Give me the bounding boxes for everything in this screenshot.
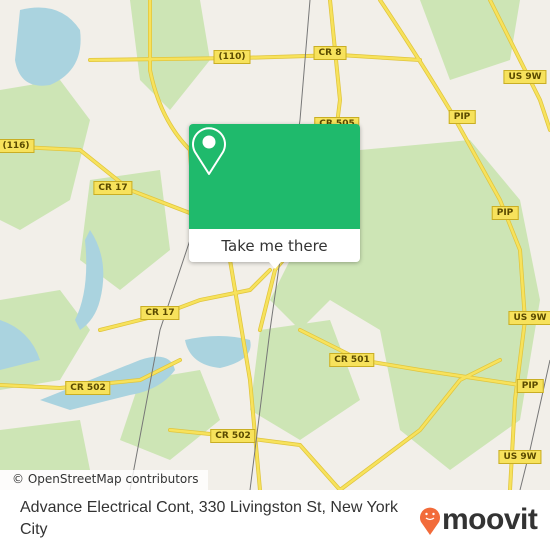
map-attribution[interactable]: © OpenStreetMap contributors xyxy=(0,470,209,490)
address-text: Advance Electrical Cont, 330 Livingston … xyxy=(20,499,398,538)
road-label: PIP xyxy=(516,379,544,393)
road-label: US 9W xyxy=(498,450,542,464)
location-popup: Take me there xyxy=(189,124,360,269)
road-label: CR 8 xyxy=(313,46,347,60)
road-label: US 9W xyxy=(508,311,550,325)
map-pin-icon xyxy=(192,127,226,175)
popup-pointer xyxy=(269,262,281,269)
road-label: US 9W xyxy=(503,70,547,84)
popup-header xyxy=(189,124,360,229)
road-label: CR 17 xyxy=(93,181,133,195)
logo-wordmark: moovit xyxy=(442,503,538,536)
moovit-pin-icon xyxy=(420,507,440,535)
road-label: CR 502 xyxy=(210,429,256,443)
take-me-there-button[interactable]: Take me there xyxy=(189,229,360,262)
map[interactable]: (110) CR 8 US 9W PIP CR 505 (116) CR 17 … xyxy=(0,0,550,490)
road-label: CR 501 xyxy=(329,353,375,367)
road-label: (116) xyxy=(0,139,35,153)
road-label: PIP xyxy=(448,110,476,124)
road-label: PIP xyxy=(491,206,519,220)
moovit-logo: moovit xyxy=(418,503,538,536)
road-label: (110) xyxy=(213,50,251,64)
road-label: CR 502 xyxy=(65,381,111,395)
road-label: CR 17 xyxy=(140,306,180,320)
